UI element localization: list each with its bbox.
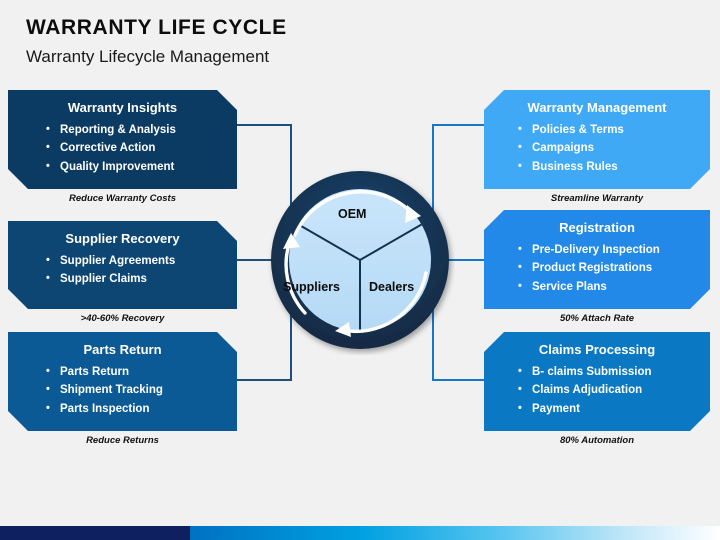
card-title: Supplier Recovery bbox=[65, 231, 180, 246]
card-registration[interactable]: Registration Pre-Delivery Inspection Pro… bbox=[484, 210, 710, 309]
wheel-label-oem: OEM bbox=[338, 207, 367, 221]
card-title: Warranty Management bbox=[527, 100, 667, 115]
card-supplier-recovery[interactable]: Supplier Recovery Supplier Agreements Su… bbox=[8, 221, 237, 309]
card-parts-return[interactable]: Parts Return Parts Return Shipment Track… bbox=[8, 332, 237, 431]
card-title: Claims Processing bbox=[538, 342, 656, 357]
page-subtitle: Warranty Lifecycle Management bbox=[26, 47, 270, 66]
footer-bar-navy-segment bbox=[0, 526, 190, 540]
list-item: Supplier Agreements bbox=[8, 252, 237, 270]
caption-parts-return: Reduce Returns bbox=[86, 435, 159, 446]
list-item: Supplier Claims bbox=[8, 270, 237, 288]
connector-right-branch-1 bbox=[432, 124, 486, 126]
list-item: Parts Return bbox=[8, 363, 237, 381]
connector-left-branch-1 bbox=[236, 124, 292, 126]
list-item: Service Plans bbox=[484, 278, 710, 296]
list-item: Pre-Delivery Inspection bbox=[484, 241, 710, 259]
card-warranty-insights[interactable]: Warranty Insights Reporting & Analysis C… bbox=[8, 90, 237, 189]
list-item: Business Rules bbox=[484, 158, 710, 176]
card-warranty-management[interactable]: Warranty Management Policies & Terms Cam… bbox=[484, 90, 710, 189]
footer-bar-gradient-segment bbox=[190, 526, 720, 540]
caption-warranty-management: Streamline Warranty bbox=[550, 193, 644, 204]
connector-right-branch-3 bbox=[432, 379, 486, 381]
list-item: Campaigns bbox=[484, 139, 710, 157]
card-bullet-list: Supplier Agreements Supplier Claims bbox=[8, 246, 237, 288]
card-bullet-list: Policies & Terms Campaigns Business Rule… bbox=[484, 115, 710, 175]
wheel-label-dealers: Dealers bbox=[369, 280, 415, 294]
caption-supplier-recovery: >40-60% Recovery bbox=[80, 313, 165, 324]
card-bullet-list: Parts Return Shipment Tracking Parts Ins… bbox=[8, 357, 237, 417]
list-item: Parts Inspection bbox=[8, 400, 237, 418]
list-item: Payment bbox=[484, 400, 710, 418]
card-title: Parts Return bbox=[83, 342, 162, 357]
connector-left-branch-3 bbox=[236, 379, 292, 381]
lifecycle-wheel[interactable]: OEM Suppliers Dealers bbox=[265, 165, 455, 355]
list-item: B- claims Submission bbox=[484, 363, 710, 381]
caption-warranty-insights: Reduce Warranty Costs bbox=[69, 193, 176, 204]
page-title: WARRANTY LIFE CYCLE bbox=[26, 16, 287, 39]
list-item: Quality Improvement bbox=[8, 158, 237, 176]
footer-bar bbox=[0, 526, 720, 540]
wheel-svg bbox=[271, 171, 449, 349]
card-bullet-list: Pre-Delivery Inspection Product Registra… bbox=[484, 235, 710, 295]
wheel-label-suppliers: Suppliers bbox=[283, 280, 340, 294]
list-item: Corrective Action bbox=[8, 139, 237, 157]
list-item: Product Registrations bbox=[484, 259, 710, 277]
card-claims-processing[interactable]: Claims Processing B- claims Submission C… bbox=[484, 332, 710, 431]
list-item: Claims Adjudication bbox=[484, 381, 710, 399]
card-bullet-list: Reporting & Analysis Corrective Action Q… bbox=[8, 115, 237, 175]
list-item: Shipment Tracking bbox=[8, 381, 237, 399]
list-item: Policies & Terms bbox=[484, 121, 710, 139]
slide-canvas: WARRANTY LIFE CYCLE Warranty Lifecycle M… bbox=[0, 0, 720, 540]
card-title: Registration bbox=[559, 220, 635, 235]
card-title: Warranty Insights bbox=[67, 100, 178, 115]
caption-registration: 50% Attach Rate bbox=[559, 313, 635, 324]
card-bullet-list: B- claims Submission Claims Adjudication… bbox=[484, 357, 710, 417]
caption-claims-processing: 80% Automation bbox=[559, 435, 635, 446]
list-item: Reporting & Analysis bbox=[8, 121, 237, 139]
